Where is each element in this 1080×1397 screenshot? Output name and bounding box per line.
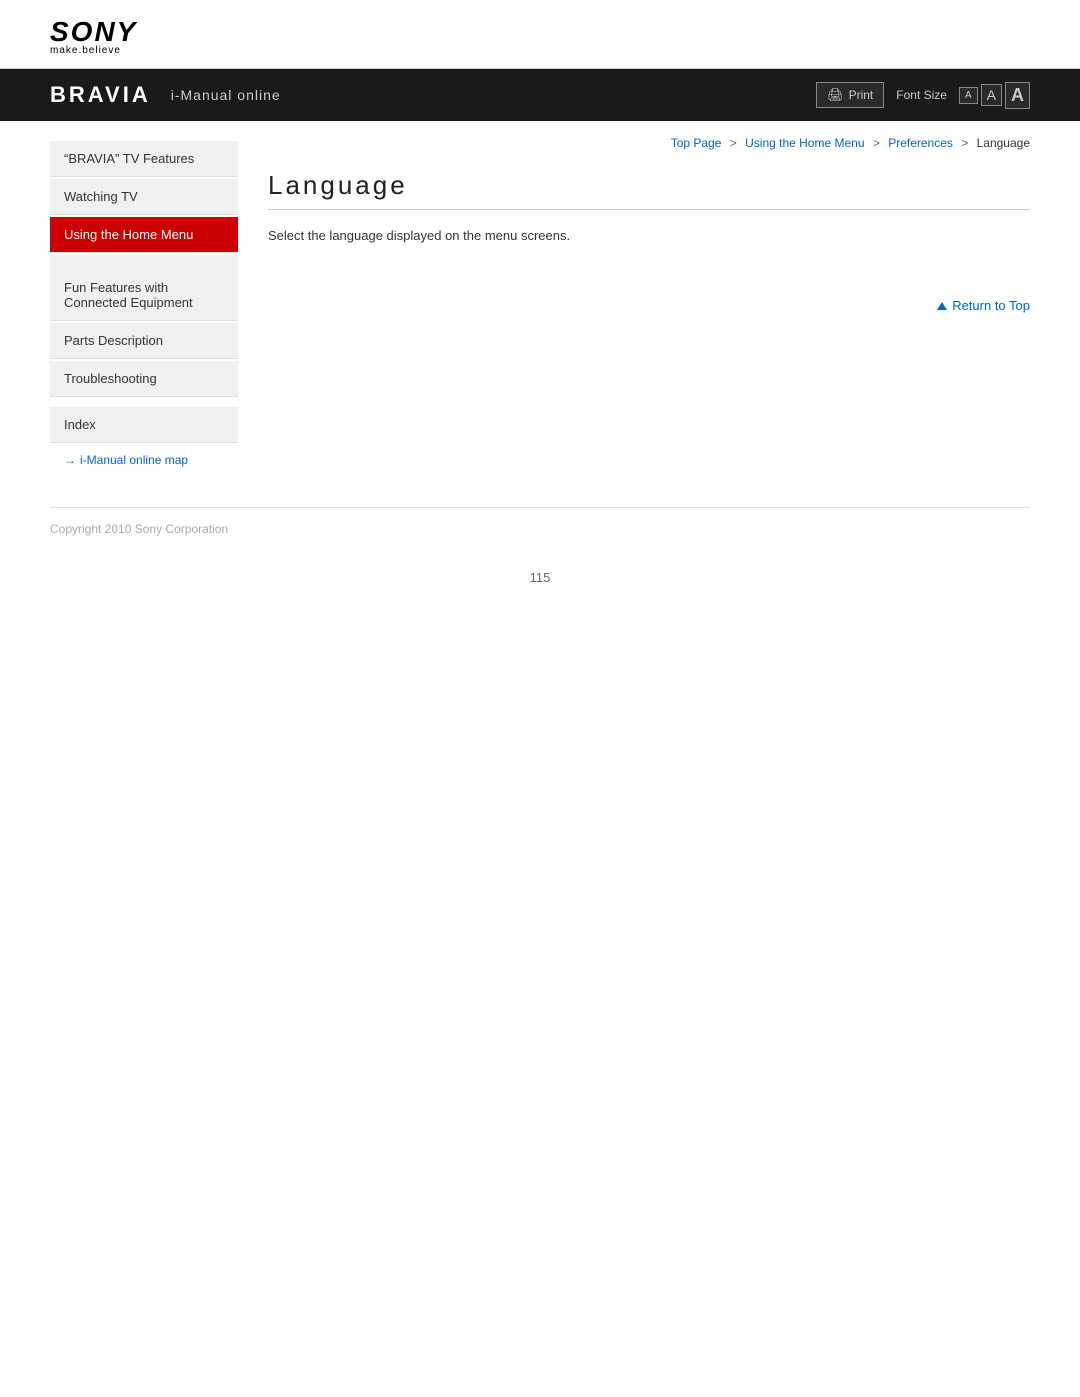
font-small-button[interactable]: A xyxy=(959,87,978,104)
sidebar-item-fun-features[interactable]: Fun Features with Connected Equipment xyxy=(50,255,238,321)
font-large-button[interactable]: A xyxy=(1005,82,1030,109)
sidebar-item-bravia-features[interactable]: “BRAVIA” TV Features xyxy=(50,141,238,177)
main-container: “BRAVIA” TV Features Watching TV Using t… xyxy=(0,121,1080,487)
sidebar-item-index[interactable]: Index xyxy=(50,407,238,443)
breadcrumb-using-home-menu[interactable]: Using the Home Menu xyxy=(745,136,864,150)
breadcrumb: Top Page > Using the Home Menu > Prefere… xyxy=(268,136,1030,150)
arrow-right-icon: → xyxy=(64,453,76,467)
breadcrumb-separator-3: > xyxy=(961,136,968,150)
page-title: Language xyxy=(268,170,1030,210)
breadcrumb-preferences[interactable]: Preferences xyxy=(888,136,953,150)
font-size-controls: A A A xyxy=(959,82,1030,109)
return-to-top-label: Return to Top xyxy=(952,298,1030,313)
return-to-top-link[interactable]: Return to Top xyxy=(937,298,1030,313)
print-icon: 🖨 xyxy=(827,87,844,103)
footer: Copyright 2010 Sony Corporation xyxy=(0,508,1080,550)
return-to-top-container: Return to Top xyxy=(268,287,1030,315)
print-label: Print xyxy=(849,88,874,102)
sony-text: SONY xyxy=(50,18,1030,46)
sidebar-item-troubleshooting[interactable]: Troubleshooting xyxy=(50,361,238,397)
breadcrumb-top-page[interactable]: Top Page xyxy=(671,136,722,150)
top-bar: SONY make.believe xyxy=(0,0,1080,69)
content-area: Top Page > Using the Home Menu > Prefere… xyxy=(238,121,1080,487)
sidebar: “BRAVIA” TV Features Watching TV Using t… xyxy=(0,121,238,487)
bravia-bar: BRAVIA i-Manual online 🖨 Print Font Size… xyxy=(0,69,1080,121)
imanual-map-link[interactable]: → i-Manual online map xyxy=(50,445,238,467)
sidebar-item-watching-tv[interactable]: Watching TV xyxy=(50,179,238,215)
page-description: Select the language displayed on the men… xyxy=(268,226,1030,247)
bravia-bar-left: BRAVIA i-Manual online xyxy=(50,82,281,108)
font-size-label: Font Size xyxy=(896,88,947,102)
sony-logo: SONY make.believe xyxy=(50,18,1030,56)
font-medium-button[interactable]: A xyxy=(981,84,1002,106)
sidebar-item-using-home-menu[interactable]: Using the Home Menu xyxy=(50,217,238,253)
sony-tagline: make.believe xyxy=(50,46,1030,56)
bravia-logo: BRAVIA xyxy=(50,82,151,108)
bravia-bar-right: 🖨 Print Font Size A A A xyxy=(816,82,1030,109)
copyright-text: Copyright 2010 Sony Corporation xyxy=(50,522,228,536)
breadcrumb-separator-2: > xyxy=(873,136,880,150)
page-number: 115 xyxy=(0,550,1080,595)
breadcrumb-separator-1: > xyxy=(730,136,737,150)
triangle-up-icon xyxy=(937,302,947,310)
print-button[interactable]: 🖨 Print xyxy=(816,82,884,108)
breadcrumb-current: Language xyxy=(977,136,1030,150)
sidebar-item-parts-description[interactable]: Parts Description xyxy=(50,323,238,359)
imanual-label: i-Manual online xyxy=(171,87,281,103)
